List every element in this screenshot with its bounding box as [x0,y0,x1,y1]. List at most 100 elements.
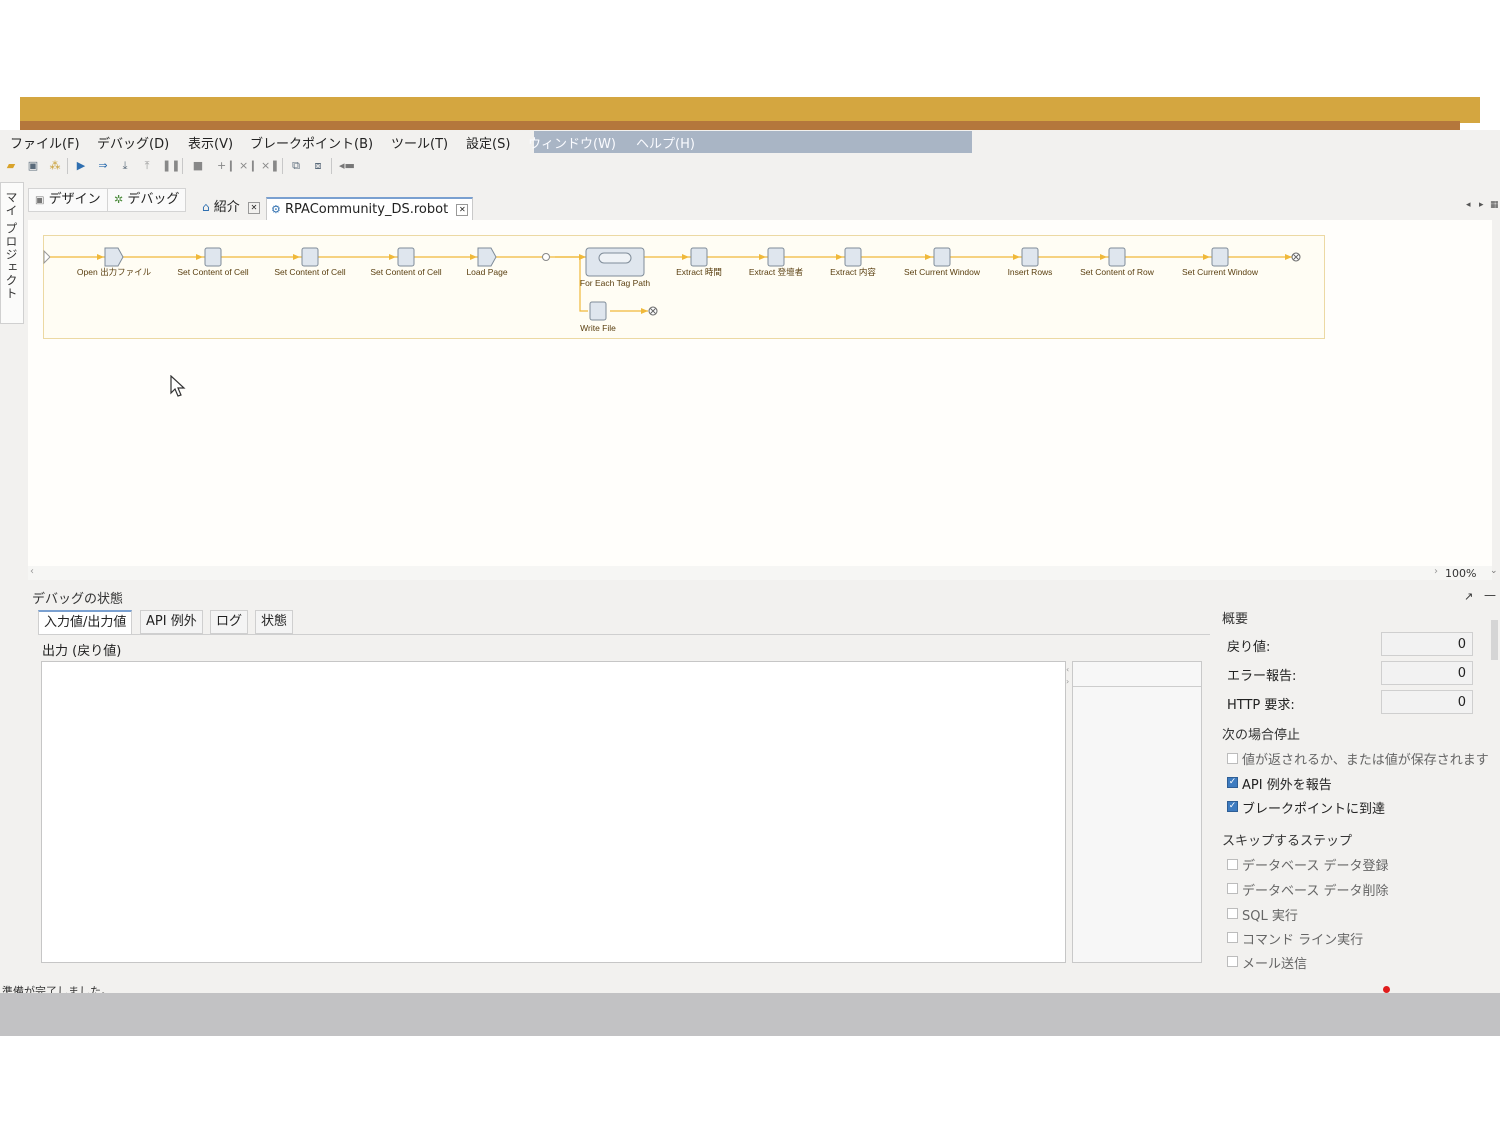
flow-join-node [542,253,550,261]
error-report-field: 0 [1381,661,1473,685]
output-value-area[interactable] [41,661,1066,963]
skip-db-insert-label: データベース データ登録 [1242,859,1389,874]
summary-scrollbar[interactable] [1491,608,1499,716]
skip-command-line-label: コマンド ライン実行 [1242,933,1364,948]
skip-db-delete-checkbox[interactable] [1227,883,1238,894]
paste-icon[interactable]: ⧈ [311,159,325,173]
step-into-icon[interactable]: ⤓ [118,159,132,173]
flow-step-node [104,247,124,267]
save-icon[interactable]: ▣ [26,159,40,173]
zoom-dropdown-icon[interactable]: ⌄ [1490,566,1498,576]
menu-help[interactable]: ヘルプ(H) [636,133,695,152]
flow-arrow [293,254,300,260]
menu-settings[interactable]: 設定(S) [466,133,510,152]
scroll-left-icon[interactable]: ‹ [30,566,34,577]
breakpoint-remove-icon[interactable]: ×❙ [239,159,257,173]
breakpoint-clear-icon[interactable]: ×❚ [261,159,279,173]
skip-db-delete-label: データベース データ削除 [1242,884,1389,899]
collapse-right-icon[interactable]: › [1066,677,1069,686]
flow-step-node [589,301,607,321]
menu-tools[interactable]: ツール(T) [391,133,448,152]
flow-step-label: For Each Tag Path [580,278,651,288]
save-all-icon[interactable]: ⁂ [48,159,62,173]
flow-step-label: Set Content of Cell [370,267,441,277]
tab-io-values[interactable]: 入力値/出力値 [38,610,133,634]
stop-on-api-exception-label: API 例外を報告 [1242,778,1332,793]
start-marker [43,249,51,265]
close-icon[interactable]: ✕ [456,203,469,216]
debug-panel-title: デバッグの状態 [32,592,124,607]
tab-api-exceptions[interactable]: API 例外 [140,610,203,634]
pin-icon[interactable]: ↗ [1464,590,1473,603]
flow-arrow [1203,254,1210,260]
tab-scroll-left-icon[interactable]: ◂ [1466,200,1471,210]
perspective-design-button[interactable]: ▣ デザイン [28,188,108,212]
tab-robot-label: RPACommunity_DS.robot [285,202,449,217]
flow-step-label: Open 出力ファイル [77,267,152,277]
step-over-icon[interactable]: ⇒ [96,159,110,173]
tab-state[interactable]: 状態 [255,610,294,634]
run-icon[interactable]: ▶ [74,159,88,173]
tab-list-icon[interactable]: ▦ [1490,200,1499,210]
scroll-right-icon[interactable]: › [1434,566,1438,577]
perspective-design-label: デザイン [48,192,101,207]
menu-file[interactable]: ファイル(F) [10,133,80,152]
flow-arrow [196,254,203,260]
panel-splitter[interactable]: ‹ › [1066,661,1071,961]
zoom-level[interactable]: 100% [1445,567,1476,580]
menu-view[interactable]: 表示(V) [188,133,233,152]
flow-arrow [1100,254,1107,260]
flow-step-node [1211,247,1229,267]
summary-title: 概要 [1222,612,1249,627]
perspective-debug-button[interactable]: ✲ デバッグ [108,188,187,212]
output-detail-panel[interactable] [1072,661,1202,963]
tab-intro[interactable]: ⌂ 紹介 ✕ [198,197,264,218]
stop-icon[interactable]: ■ [191,159,205,173]
flow-step-label: Extract 登壇者 [749,267,804,277]
project-sidebar-label: マイ プロジェクト [4,191,18,300]
close-icon[interactable]: ✕ [247,201,260,214]
tab-robot[interactable]: ⚙ RPACommunity_DS.robot ✕ [266,197,474,220]
return-value-label: 戻り値: [1227,640,1271,655]
flow-step-label: Write File [580,323,616,333]
flow-step-node [1108,247,1126,267]
tab-log[interactable]: ログ [210,610,249,634]
skip-mail-label: メール送信 [1242,957,1308,972]
summary-scroll-thumb[interactable] [1491,620,1498,660]
open-folder-icon[interactable]: ▰ [4,159,18,173]
output-label: 出力 (戻り値) [42,644,122,659]
workflow-diagram: Open 出力ファイル Set Content of Cell Set Conten… [43,247,1301,333]
minimize-icon[interactable]: — [1484,588,1496,602]
project-sidebar[interactable]: マイ プロジェクト [0,182,24,324]
flow-arrow [925,254,932,260]
toolbar-separator [282,158,283,174]
skip-db-insert-checkbox[interactable] [1227,859,1238,870]
menu-debug[interactable]: デバッグ(D) [97,133,169,152]
flow-arrow [97,254,104,260]
skip-mail-checkbox[interactable] [1227,956,1238,967]
flow-step-label: Insert Rows [1008,267,1053,277]
stop-on-breakpoint-checkbox[interactable]: ✓ [1227,801,1238,812]
menu-breakpoint[interactable]: ブレークポイント(B) [250,133,373,152]
canvas-horizontal-scrollbar[interactable]: ‹ › [28,566,1492,580]
stop-on-return-label: 値が返されるか、または値が保存されます [1242,753,1489,768]
tab-scroll-right-icon[interactable]: ▸ [1479,200,1484,210]
breakpoint-add-icon[interactable]: +❙ [217,159,235,173]
menu-window[interactable]: ウィンドウ(W) [528,133,616,152]
step-out-icon[interactable]: ⤒ [140,159,154,173]
flow-step-node [844,247,862,267]
mouse-cursor-icon [170,375,186,397]
pause-icon[interactable]: ❚❚ [162,159,180,173]
flow-step-node [477,247,497,267]
skip-sql-checkbox[interactable] [1227,908,1238,919]
workflow-canvas[interactable]: Open 出力ファイル Set Content of Cell Set Conten… [28,220,1492,566]
flow-step-label: Load Page [466,267,507,277]
flow-arrow [759,254,766,260]
copy-icon[interactable]: ⧉ [289,159,303,173]
stop-on-api-exception-checkbox[interactable]: ✓ [1227,777,1238,788]
collapse-left-icon[interactable]: ‹ [1066,665,1069,674]
stop-conditions-title: 次の場合停止 [1222,728,1301,743]
back-icon[interactable]: ◂▬ [339,159,355,173]
skip-command-line-checkbox[interactable] [1227,932,1238,943]
stop-on-return-checkbox[interactable] [1227,753,1238,764]
